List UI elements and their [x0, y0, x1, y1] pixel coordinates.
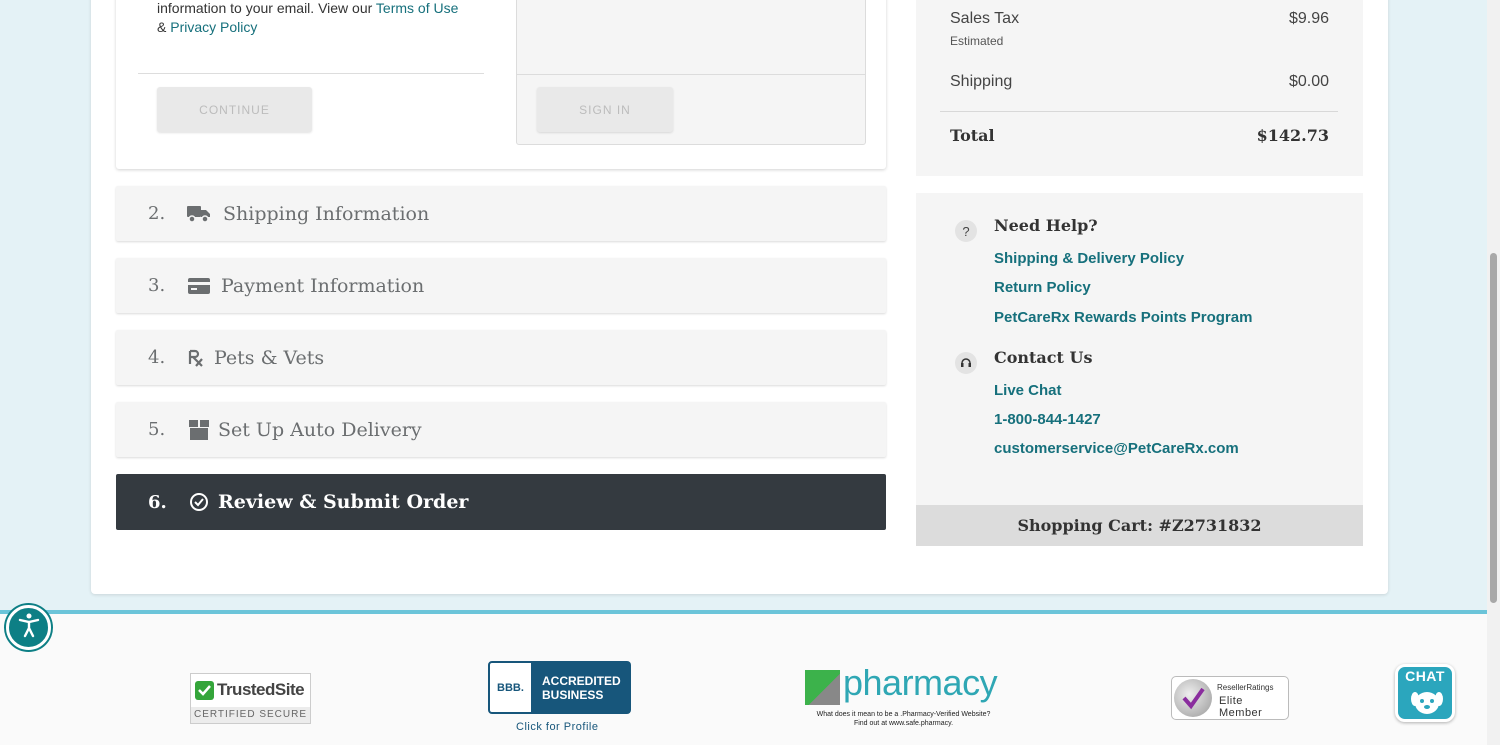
- shopping-cart-id: Shopping Cart: #Z2731832: [916, 505, 1363, 546]
- box-icon: [187, 419, 211, 441]
- need-help-heading: Need Help?: [994, 216, 1098, 235]
- accessibility-button[interactable]: [6, 605, 51, 650]
- terms-of-use-link[interactable]: Terms of Use: [376, 0, 458, 16]
- check-icon: [195, 680, 214, 700]
- total-row: Total $142.73: [950, 126, 1329, 145]
- shipping-row: Shipping $0.00: [950, 73, 1329, 91]
- sales-tax-row: Sales Tax $9.96: [950, 10, 1329, 28]
- reseller-bottom: Elite Member: [1219, 695, 1263, 719]
- bbb-badge[interactable]: BBB. ACCREDITED BUSINESS: [488, 661, 631, 714]
- chat-widget-button[interactable]: CHAT: [1395, 664, 1455, 722]
- step-number: 2.: [148, 203, 166, 224]
- step-review-submit[interactable]: 6. Review & Submit Order: [116, 474, 886, 530]
- total-value: $142.73: [1256, 126, 1329, 145]
- reseller-ratings-badge[interactable]: ResellerRatings Elite Member: [1171, 676, 1289, 720]
- step-shipping-information[interactable]: 2. Shipping Information: [116, 186, 886, 241]
- phone-link[interactable]: 1-800-844-1427: [994, 411, 1101, 428]
- sign-in-button[interactable]: SIGN IN: [537, 87, 673, 132]
- live-chat-link[interactable]: Live Chat: [994, 382, 1062, 399]
- dog-face-icon: [1410, 687, 1444, 722]
- pharmacy-badge[interactable]: pharmacy What does it mean to be a .Phar…: [805, 662, 1015, 730]
- sales-tax-value: $9.96: [1288, 10, 1329, 27]
- reseller-top: ResellerRatings: [1217, 683, 1274, 692]
- truck-icon: [187, 203, 211, 225]
- reseller-check-icon: [1174, 679, 1212, 717]
- step-number: 5.: [148, 419, 166, 440]
- trustedsite-badge[interactable]: TrustedSite CERTIFIED SECURE: [190, 673, 311, 724]
- trustedsite-sub: CERTIFIED SECURE: [191, 707, 310, 723]
- step-number: 6.: [148, 491, 167, 513]
- contact-us-heading: Contact Us: [994, 348, 1093, 367]
- step-label: Review & Submit Order: [218, 491, 469, 513]
- bbb-business: BUSINESS: [542, 687, 604, 702]
- step-label: Set Up Auto Delivery: [218, 418, 422, 441]
- signin-divider: [516, 74, 866, 75]
- step-payment-information[interactable]: 3. Payment Information: [116, 258, 886, 313]
- step-pets-vets[interactable]: 4. Pets & Vets: [116, 330, 886, 385]
- trustedsite-name: TrustedSite: [217, 680, 305, 699]
- accessibility-icon: [16, 612, 42, 643]
- headset-icon: [955, 352, 977, 374]
- credit-card-icon: [187, 275, 211, 297]
- bbb-profile-link[interactable]: Click for Profile: [516, 721, 598, 733]
- pharmacy-logo-icon: [805, 670, 840, 705]
- question-icon: ?: [955, 220, 977, 242]
- privacy-policy-link[interactable]: Privacy Policy: [170, 19, 257, 35]
- step-number: 3.: [148, 275, 166, 296]
- check-circle-icon: [187, 491, 211, 513]
- bbb-accredited: ACCREDITED: [542, 673, 621, 688]
- shipping-label: Shipping: [950, 73, 1013, 90]
- terms-text: information to your email. View our Term…: [157, 0, 459, 35]
- step-label: Payment Information: [221, 274, 425, 297]
- pharmacy-small-1: What does it mean to be a .Pharmacy-Veri…: [816, 711, 991, 718]
- summary-divider: [940, 111, 1338, 112]
- rewards-program-link[interactable]: PetCareRx Rewards Points Program: [994, 309, 1252, 326]
- step-label: Pets & Vets: [214, 346, 325, 369]
- email-link[interactable]: customerservice@PetCareRx.com: [994, 440, 1239, 457]
- rx-icon: [184, 347, 208, 369]
- scrollbar-thumb[interactable]: [1490, 253, 1497, 603]
- step-auto-delivery[interactable]: 5. Set Up Auto Delivery: [116, 402, 886, 457]
- sales-tax-label: Sales Tax: [950, 10, 1020, 27]
- total-label: Total: [950, 126, 995, 145]
- chat-label: CHAT: [1405, 668, 1445, 684]
- shipping-value: $0.00: [1288, 73, 1329, 90]
- pharmacy-small-2: Find out at www.safe.pharmacy.: [853, 720, 954, 727]
- pharmacy-word: pharmacy: [843, 662, 998, 703]
- continue-button[interactable]: CONTINUE: [157, 87, 312, 132]
- tax-estimated-note: Estimated: [950, 34, 1004, 48]
- step-label: Shipping Information: [223, 202, 430, 225]
- login-divider: [138, 73, 484, 74]
- shipping-delivery-policy-link[interactable]: Shipping & Delivery Policy: [994, 250, 1184, 267]
- bbb-logo-icon: BBB.: [488, 661, 533, 714]
- step-number: 4.: [148, 347, 166, 368]
- help-panel: [916, 193, 1363, 546]
- return-policy-link[interactable]: Return Policy: [994, 279, 1091, 296]
